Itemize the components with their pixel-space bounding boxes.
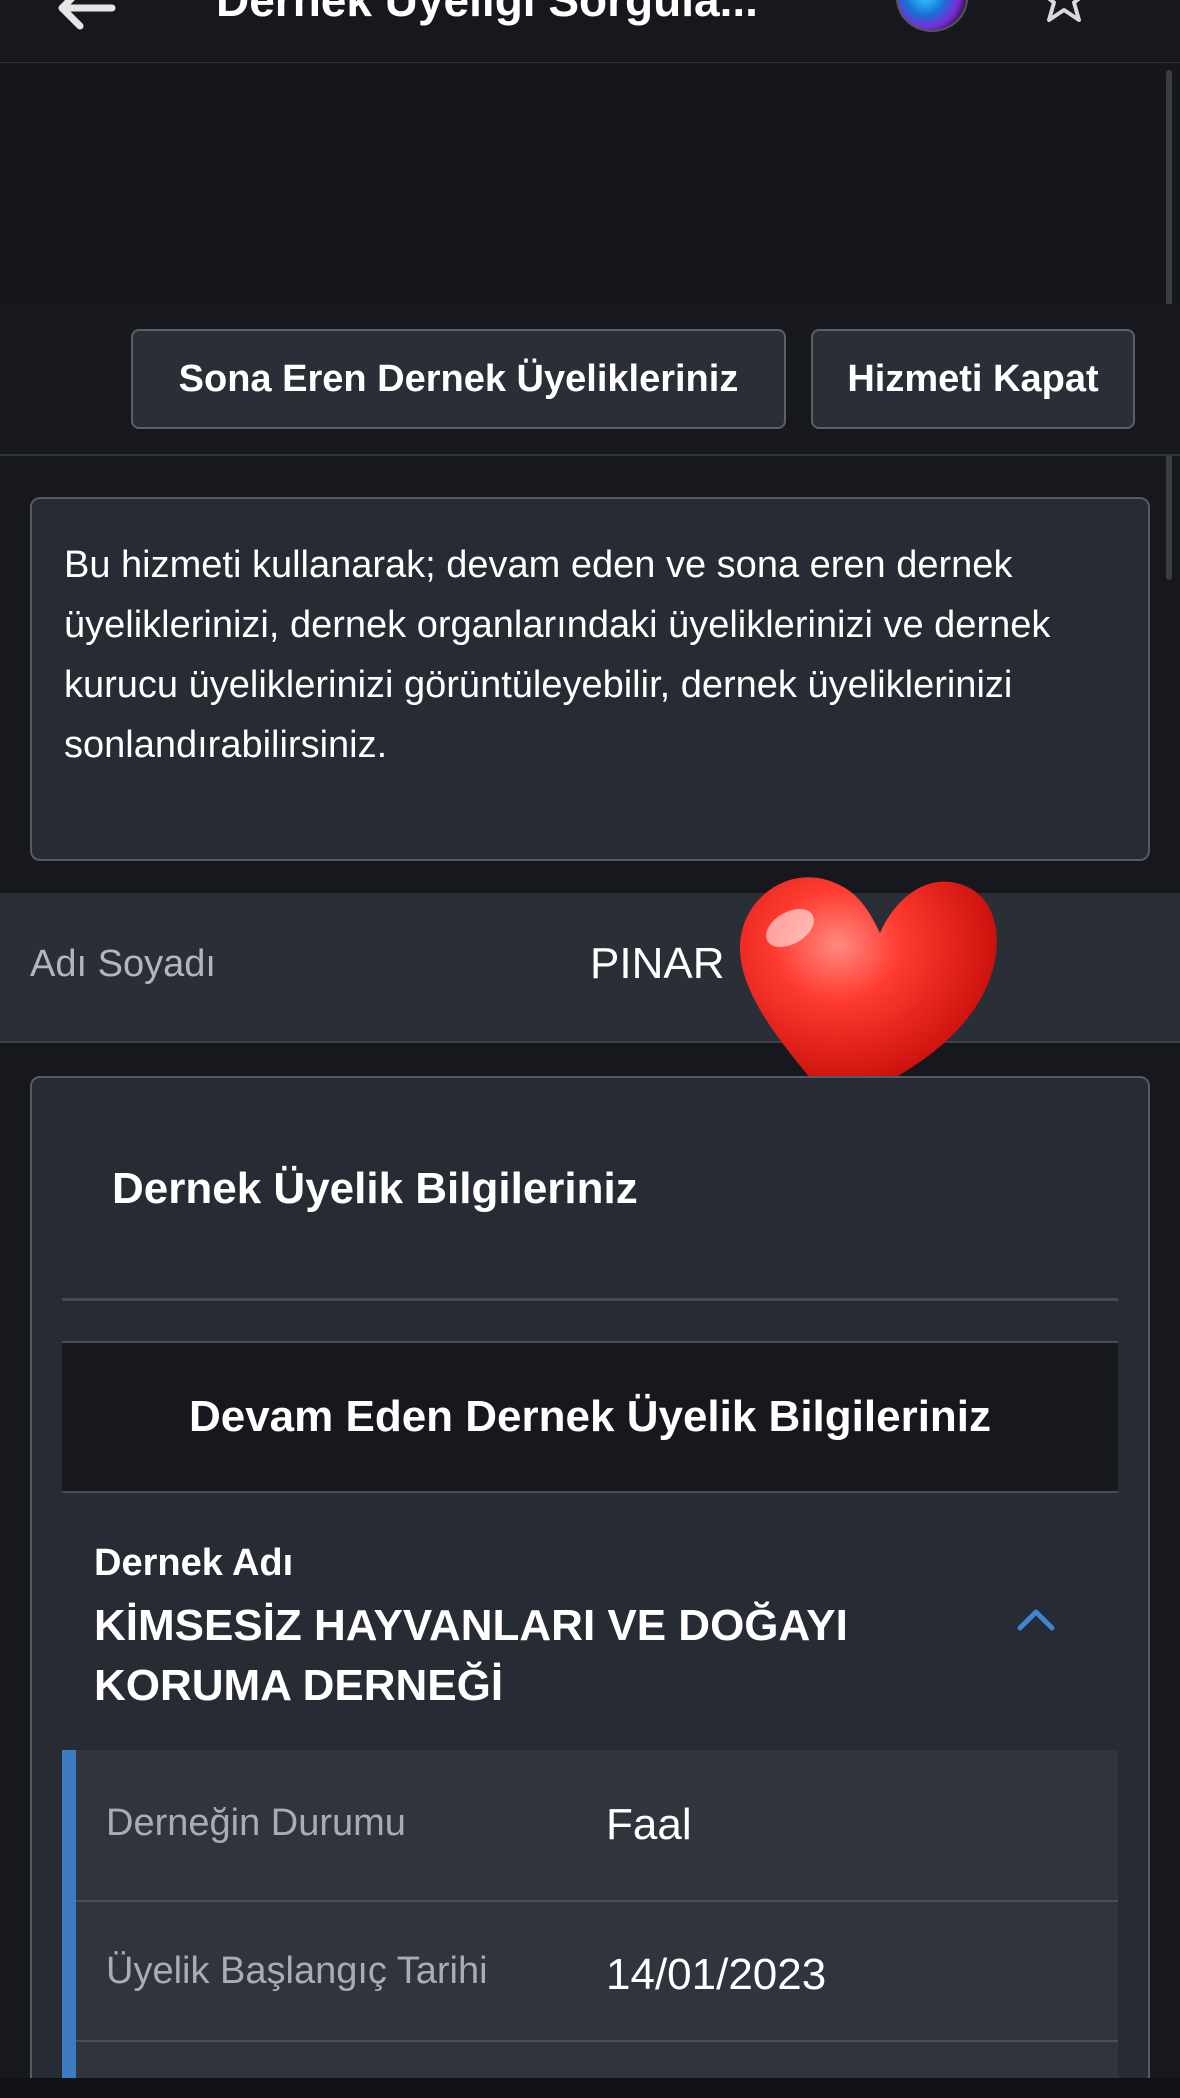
detail-value: Faal: [606, 1800, 692, 1849]
name-label: Adı Soyadı: [30, 943, 216, 985]
bottom-strip: [0, 2078, 1180, 2098]
close-service-button[interactable]: Hizmeti Kapat: [811, 329, 1135, 429]
service-description: Bu hizmeti kullanarak; devam eden ve son…: [30, 497, 1150, 861]
back-arrow-icon[interactable]: [50, 0, 120, 30]
star-icon[interactable]: [1036, 0, 1092, 26]
detail-row: Derneğin Durumu Faal: [76, 1750, 1118, 1902]
membership-details: Derneğin Durumu Faal Üyelik Başlangıç Ta…: [62, 1750, 1118, 2098]
association-name: KİMSESİZ HAYVANLARI VE DOĞAYI KORUMA DER…: [94, 1601, 848, 1710]
page: Dernek Üyeliği Sorgula... Sona Eren Dern…: [0, 0, 1180, 2098]
name-row: Adı Soyadı PINAR: [0, 877, 1180, 1103]
membership-card: Dernek Üyelik Bilgileriniz Devam Eden De…: [30, 1076, 1150, 2098]
top-banner: [0, 64, 1180, 304]
siri-icon[interactable]: [896, 0, 968, 32]
card-title: Dernek Üyelik Bilgileriniz: [112, 1164, 638, 1213]
page-title: Dernek Üyeliği Sorgula...: [216, 0, 758, 26]
detail-label: Üyelik Başlangıç Tarihi: [106, 1950, 488, 1992]
detail-label: Derneğin Durumu: [106, 1802, 406, 1844]
header-bar: Dernek Üyeliği Sorgula...: [0, 0, 1180, 63]
divider: [62, 1298, 1118, 1301]
detail-value: 14/01/2023: [606, 1950, 827, 1999]
section-header: Devam Eden Dernek Üyelik Bilgileriniz: [62, 1341, 1118, 1493]
association-label: Dernek Adı: [94, 1542, 294, 1584]
name-value: PINAR: [590, 939, 725, 988]
chevron-up-icon[interactable]: [1014, 1604, 1058, 1634]
action-toolbar: Sona Eren Dernek Üyelikleriniz Hizmeti K…: [0, 304, 1180, 456]
expired-memberships-button[interactable]: Sona Eren Dernek Üyelikleriniz: [131, 329, 786, 429]
detail-row: Üyelik Başlangıç Tarihi 14/01/2023: [76, 1902, 1118, 2042]
